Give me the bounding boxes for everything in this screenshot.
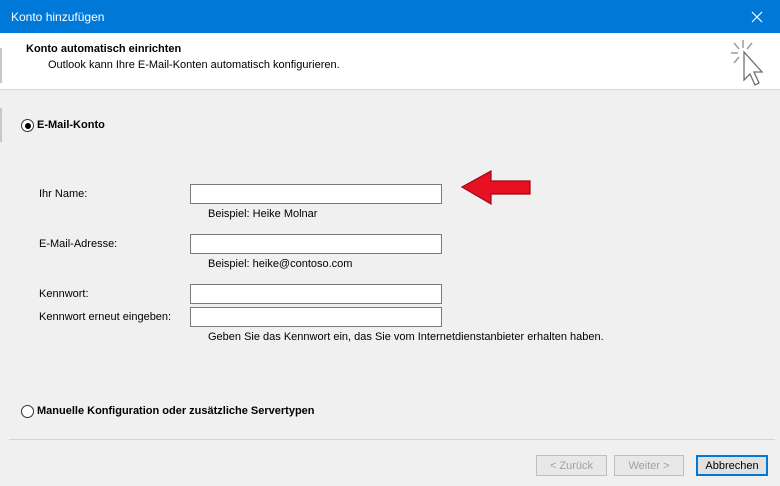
wizard-cursor-icon [731, 40, 764, 86]
password-repeat-label: Kennwort erneut eingeben: [39, 311, 172, 323]
email-hint: Beispiel: heike@contoso.com [208, 258, 353, 270]
back-button[interactable]: < Zurück [536, 455, 607, 476]
left-border-segment [0, 48, 2, 83]
left-border-segment [0, 108, 2, 142]
manual-config-label: Manuelle Konfiguration oder zusätzliche … [37, 405, 315, 417]
manual-config-radio[interactable] [21, 405, 34, 418]
password-repeat-field[interactable] [190, 307, 442, 327]
red-arrow-icon [461, 170, 531, 206]
cancel-button[interactable]: Abbrechen [696, 455, 768, 476]
email-label: E-Mail-Adresse: [39, 238, 118, 250]
close-icon [751, 11, 763, 22]
password-hint: Geben Sie das Kennwort ein, das Sie vom … [208, 331, 604, 343]
footer-separator [9, 439, 775, 440]
name-hint: Beispiel: Heike Molnar [208, 208, 318, 220]
window-title: Konto hinzufügen [11, 10, 105, 24]
name-label: Ihr Name: [39, 188, 88, 200]
name-field[interactable] [190, 184, 442, 204]
close-button[interactable] [734, 0, 780, 33]
password-label: Kennwort: [39, 288, 89, 300]
next-button[interactable]: Weiter > [614, 455, 684, 476]
email-account-label: E-Mail-Konto [37, 119, 105, 131]
email-account-radio[interactable] [21, 119, 34, 132]
page-heading: Konto automatisch einrichten [26, 43, 182, 55]
title-bar: Konto hinzufügen [0, 0, 780, 33]
radio-selected-dot [24, 122, 31, 129]
email-field[interactable] [190, 234, 442, 254]
header-panel: Konto automatisch einrichten Outlook kan… [0, 33, 780, 90]
password-field[interactable] [190, 284, 442, 304]
page-subheading: Outlook kann Ihre E-Mail-Konten automati… [48, 59, 340, 71]
